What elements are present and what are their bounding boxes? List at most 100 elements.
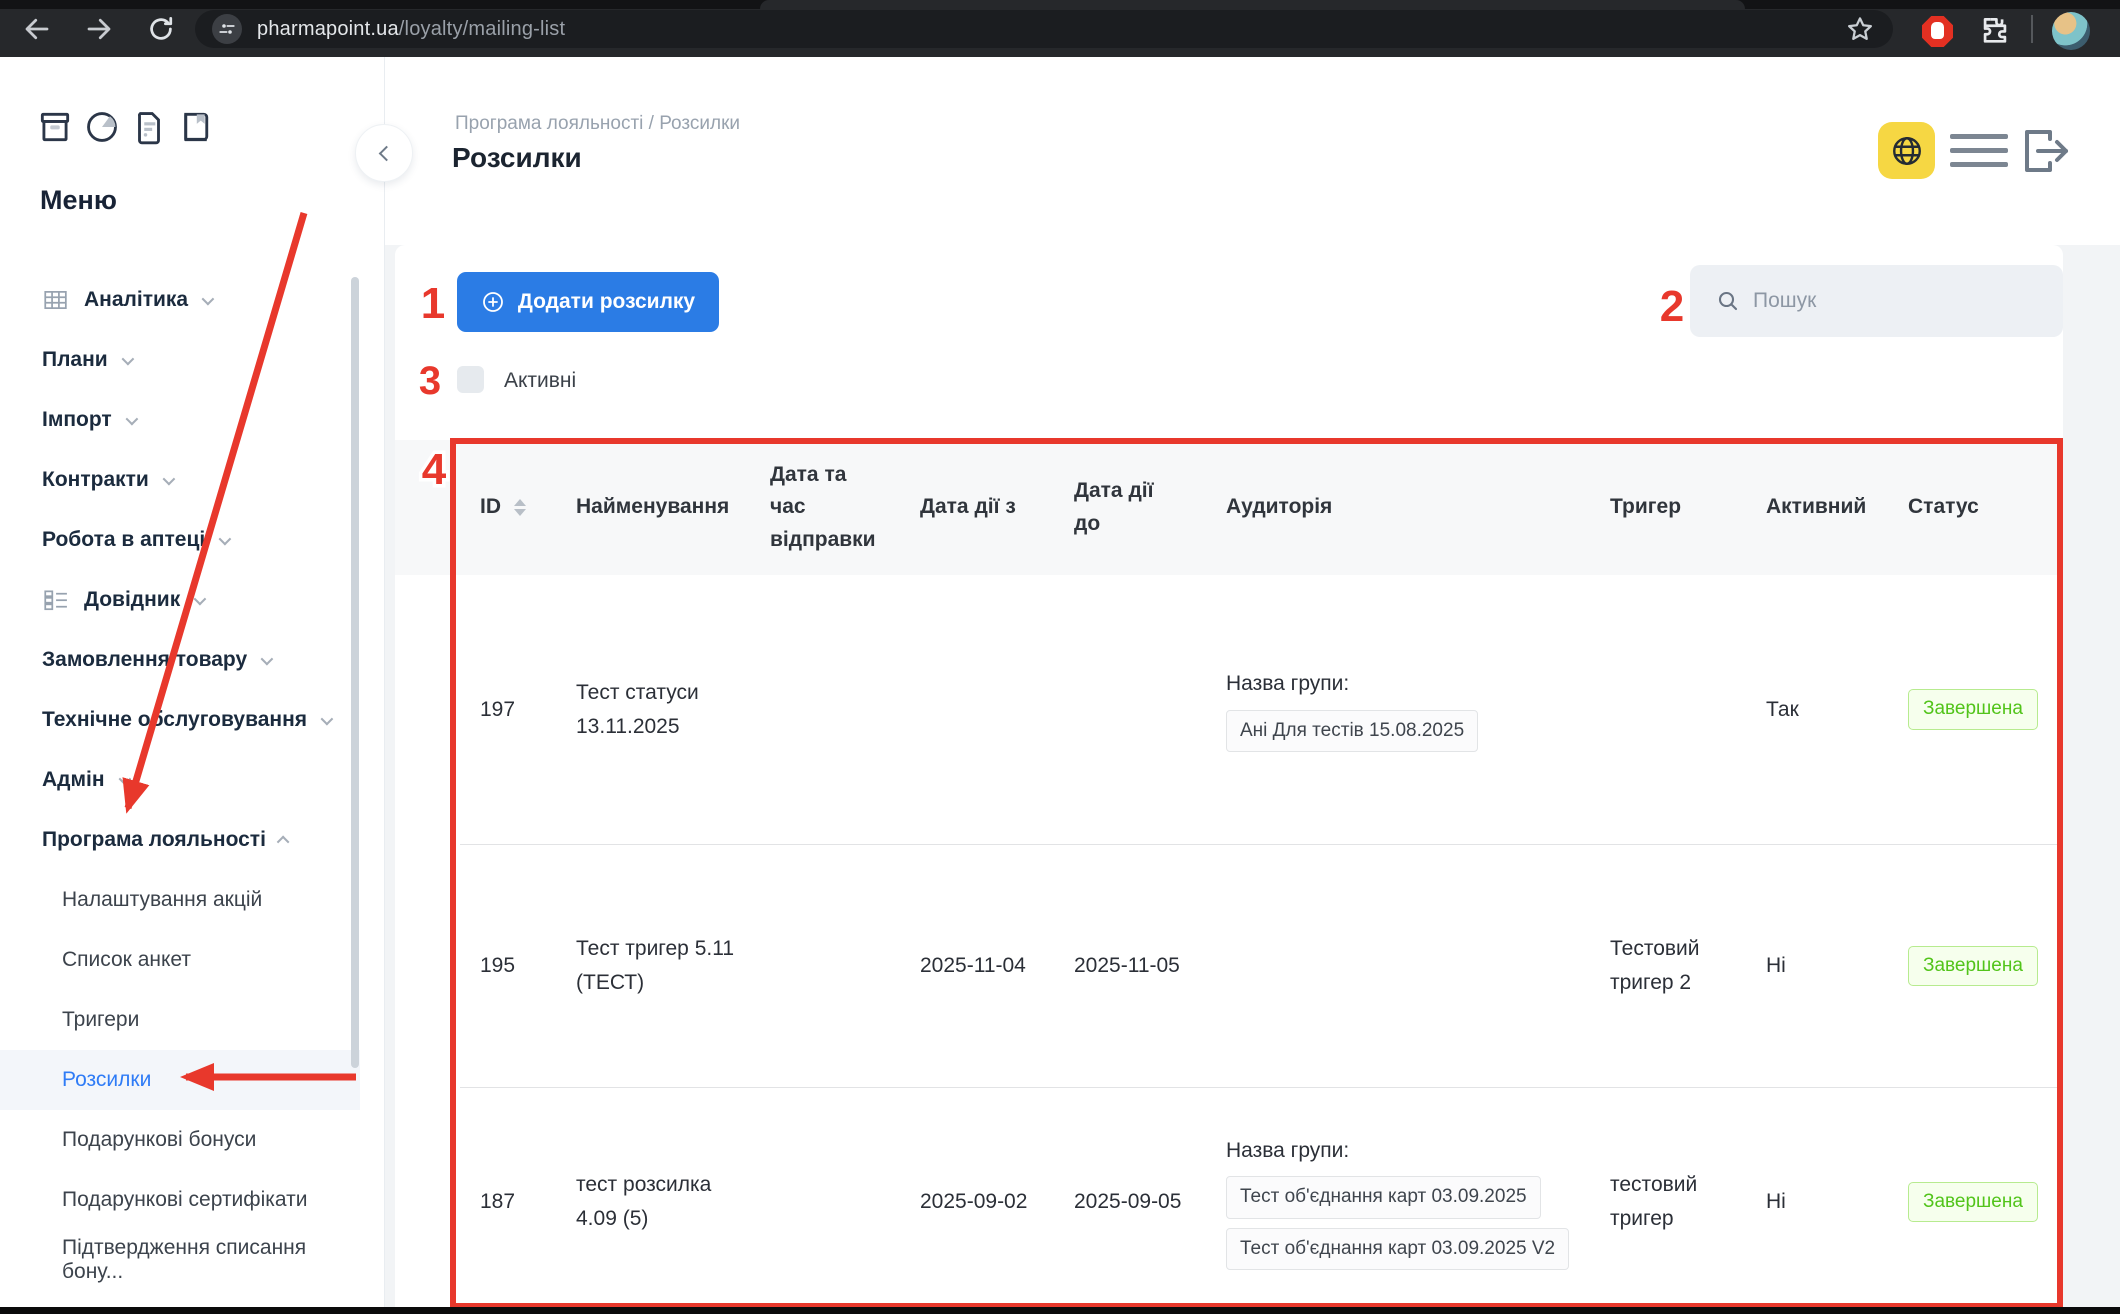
cell-date-from <box>900 575 1054 844</box>
sidebar-item-questionnaires[interactable]: Список анкет <box>0 930 360 990</box>
sidebar-item-loyalty-program[interactable]: Програма лояльності <box>0 810 360 870</box>
menu-hamburger-icon[interactable] <box>1950 134 2008 168</box>
extensions-icon[interactable] <box>1978 13 2012 47</box>
content-background: Додати розсилку Активні ID Найменування <box>385 245 2120 1314</box>
sidebar-item-admin[interactable]: Адмін <box>0 750 360 810</box>
bottom-edge-strip <box>0 1307 2120 1314</box>
table-row[interactable]: 187 тест розсилка 4.09 (5) 2025-09-02 20… <box>460 1088 2063 1314</box>
profile-avatar[interactable] <box>2052 12 2090 50</box>
site-settings-icon[interactable] <box>212 14 242 44</box>
forward-icon[interactable] <box>84 14 114 44</box>
chevron-left-icon <box>379 145 395 161</box>
sidebar-item-label: Адмін <box>42 768 105 792</box>
cell-status: Завершена <box>1888 1088 2063 1314</box>
url-bar[interactable]: pharmapoint.ua/loyalty/mailing-list <box>195 10 1893 48</box>
audience-group-label: Назва групи: <box>1226 667 1349 701</box>
col-label: Найменування <box>576 491 729 524</box>
col-label: Дата дії з <box>920 491 1016 524</box>
cell-id: 187 <box>460 1088 556 1314</box>
cell-audience: Назва групи: Тест об'єднання карт 03.09.… <box>1206 1088 1590 1314</box>
sidebar-item-goods-order[interactable]: Замовлення товару <box>0 630 360 690</box>
audience-tag: Тест об'єднання карт 03.09.2025 <box>1226 1176 1541 1218</box>
plus-circle-icon <box>481 290 505 314</box>
status-badge: Завершена <box>1908 689 2038 729</box>
language-globe-button[interactable] <box>1878 122 1935 179</box>
col-header-name: Найменування <box>556 440 750 575</box>
cell-trigger <box>1590 575 1746 844</box>
sidebar-item-plans[interactable]: Плани <box>0 330 360 390</box>
sidebar-item-label: Налаштування акцій <box>62 888 262 912</box>
sidebar-item-gift-certificates[interactable]: Подарункові сертифікати <box>0 1170 360 1230</box>
table-row[interactable]: 195 Тест тригер 5.11 (ТЕСТ) 2025-11-04 2… <box>460 845 2063 1088</box>
chevron-down-icon <box>118 772 131 785</box>
back-icon[interactable] <box>22 14 52 44</box>
status-badge: Завершена <box>1908 1182 2038 1222</box>
logout-icon[interactable] <box>2018 123 2070 179</box>
sidebar-item-promo-settings[interactable]: Налаштування акцій <box>0 870 360 930</box>
cell-sent-datetime <box>750 845 900 1087</box>
cell-audience <box>1206 845 1590 1087</box>
bookmark-star-icon[interactable] <box>1845 14 1875 44</box>
chevron-down-icon <box>202 292 215 305</box>
grid-icon <box>42 287 68 313</box>
mailings-table: ID Найменування Дата та час відправки Да… <box>395 440 2063 1314</box>
active-filter-checkbox[interactable] <box>457 366 484 393</box>
sidebar-item-label: Контракти <box>42 468 149 492</box>
sidebar-item-pharmacy-work[interactable]: Робота в аптеці <box>0 510 360 570</box>
search-box[interactable] <box>1690 265 2063 337</box>
pie-chart-icon <box>83 108 121 146</box>
menu-list: Аналітика Плани Імпорт Контракти Робота … <box>0 270 360 1290</box>
col-label: Дата дії до <box>1074 475 1166 540</box>
sidebar-item-triggers[interactable]: Тригери <box>0 990 360 1050</box>
sidebar-item-label: Розсилки <box>62 1068 151 1092</box>
col-header-trigger: Тригер <box>1590 440 1746 575</box>
col-header-audience: Аудиторія <box>1206 440 1590 575</box>
sidebar-item-label: Довідник <box>84 588 180 612</box>
table-row[interactable]: 197 Тест статуси 13.11.2025 Назва групи:… <box>460 575 2063 845</box>
col-header-date-to: Дата дії до <box>1054 440 1206 575</box>
chevron-down-icon <box>121 352 134 365</box>
box-icon <box>36 108 74 146</box>
search-input[interactable] <box>1753 289 2033 313</box>
sidebar-item-label: Подарункові бонуси <box>62 1128 256 1152</box>
add-mailing-button[interactable]: Додати розсилку <box>457 272 719 332</box>
reload-icon[interactable] <box>146 14 176 44</box>
sidebar-item-label: Тригери <box>62 1008 139 1032</box>
sidebar-item-maintenance[interactable]: Технічне обслуговування <box>0 690 360 750</box>
cell-trigger: Тестовий тригер 2 <box>1590 845 1746 1087</box>
sidebar-item-label: Робота в аптеці <box>42 528 205 552</box>
sort-icon[interactable] <box>514 499 526 516</box>
sidebar-scrollbar[interactable] <box>351 277 359 1068</box>
chevron-down-icon <box>162 472 175 485</box>
col-label: Аудиторія <box>1226 491 1332 524</box>
sidebar-item-analytics[interactable]: Аналітика <box>0 270 360 330</box>
cell-sent-datetime <box>750 575 900 844</box>
chevron-down-icon <box>125 412 138 425</box>
cell-date-to: 2025-11-05 <box>1054 845 1206 1087</box>
sidebar-item-writeoff-confirmation[interactable]: Підтвердження списання бону... <box>0 1230 360 1290</box>
adblock-extension-icon[interactable] <box>1922 16 1953 47</box>
add-mailing-label: Додати розсилку <box>518 290 695 314</box>
breadcrumb[interactable]: Програма лояльності / Розсилки <box>455 113 740 135</box>
sidebar-item-label: Список анкет <box>62 948 191 972</box>
active-tab[interactable] <box>760 0 1745 9</box>
sidebar: Меню Аналітика Плани Імпорт Контракти Ро… <box>0 57 385 1314</box>
col-header-id[interactable]: ID <box>460 440 556 575</box>
cell-name: тест розсилка 4.09 (5) <box>556 1088 750 1314</box>
cell-active: Ні <box>1746 1088 1888 1314</box>
sidebar-item-contracts[interactable]: Контракти <box>0 450 360 510</box>
sidebar-item-gift-bonuses[interactable]: Подарункові бонуси <box>0 1110 360 1170</box>
cell-date-to: 2025-09-05 <box>1054 1088 1206 1314</box>
sidebar-item-directory[interactable]: Довідник <box>0 570 360 630</box>
document-icon <box>130 108 168 146</box>
sidebar-collapse-button[interactable] <box>355 124 413 182</box>
cell-id: 195 <box>460 845 556 1087</box>
audience-tag: Ані Для тестів 15.08.2025 <box>1226 710 1478 752</box>
sidebar-item-mailings[interactable]: Розсилки <box>0 1050 360 1110</box>
cell-name: Тест статуси 13.11.2025 <box>556 575 750 844</box>
sidebar-item-label: Програма лояльності <box>42 828 266 852</box>
chevron-down-icon <box>261 652 274 665</box>
sidebar-item-label: Аналітика <box>84 288 188 312</box>
sidebar-item-import[interactable]: Імпорт <box>0 390 360 450</box>
browser-chrome: pharmapoint.ua/loyalty/mailing-list <box>0 0 2120 57</box>
